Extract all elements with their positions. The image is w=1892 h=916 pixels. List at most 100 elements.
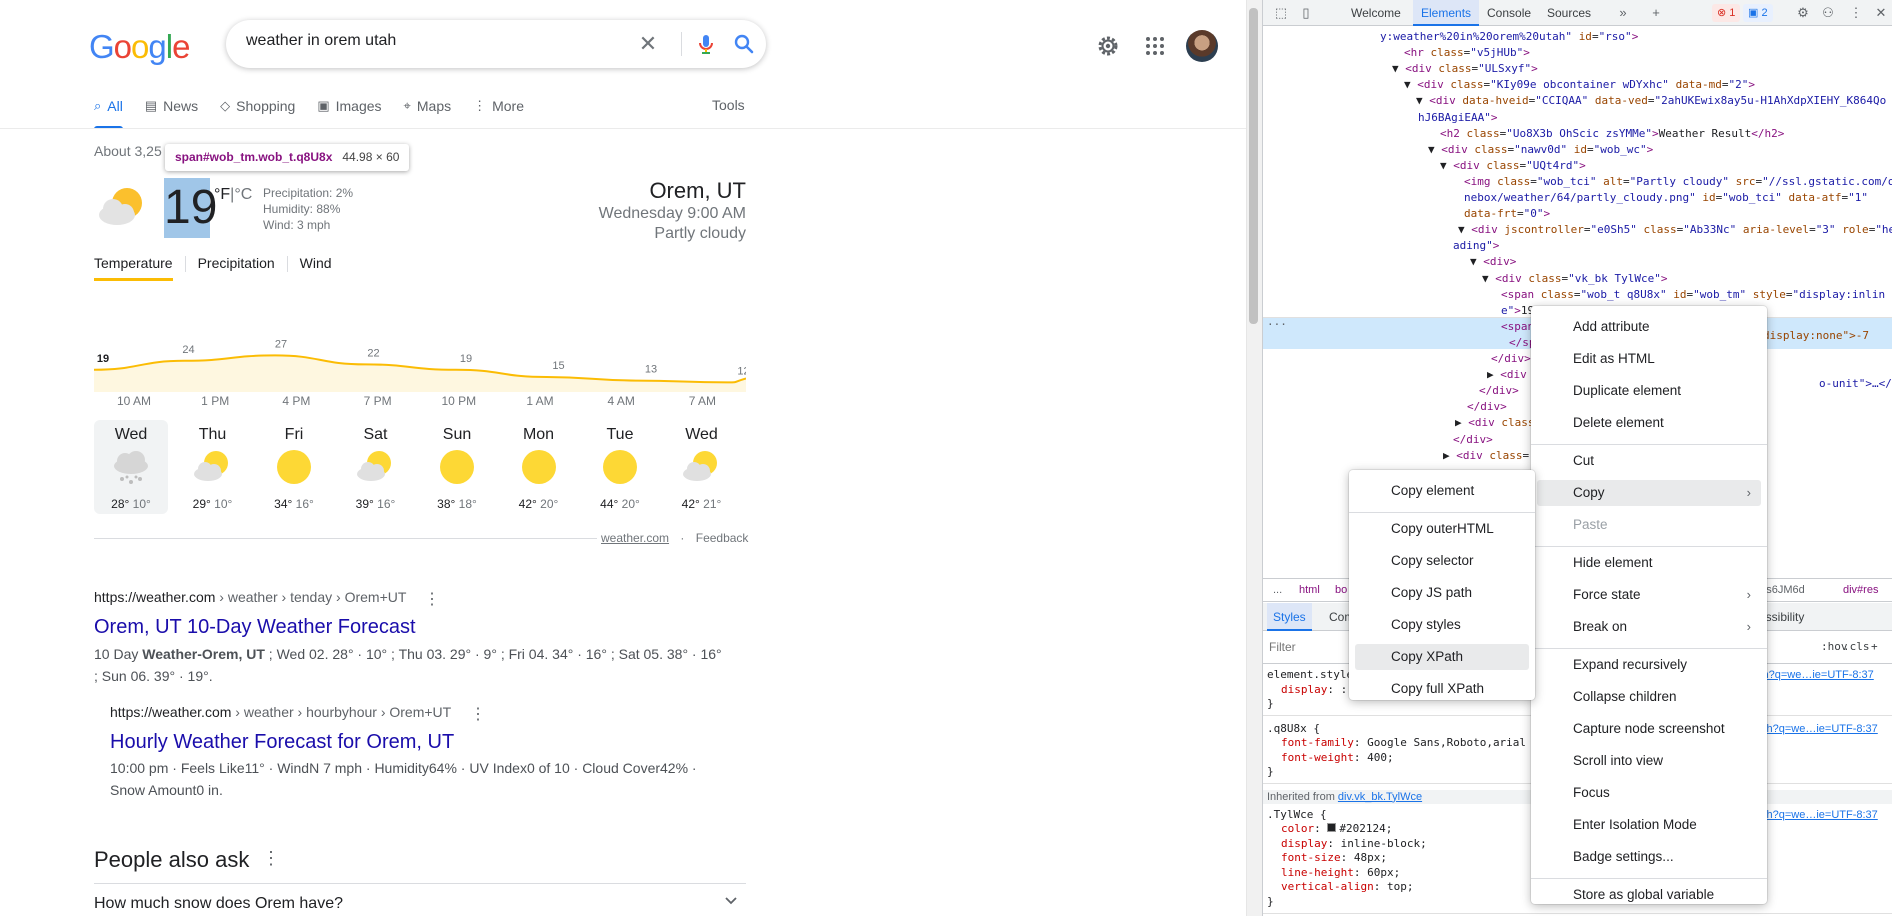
menu-item-copy[interactable]: Copy › [1537, 480, 1761, 506]
dom-node-line[interactable]: ▼ <div jscontroller="e0Sh5" class="Ab33N… [1458, 222, 1892, 238]
style-rule-line[interactable]: } [1267, 895, 1274, 910]
menu-item-focus[interactable]: Focus [1537, 780, 1761, 806]
google-logo[interactable]: Google [89, 28, 190, 66]
menu-item-copy-element[interactable]: Copy element [1355, 478, 1529, 504]
device-toolbar-icon[interactable]: ▯ [1298, 5, 1314, 21]
breadcrumb-item[interactable]: html [1299, 579, 1320, 601]
menu-item-enter-isolation-mode[interactable]: Enter Isolation Mode [1537, 812, 1761, 838]
dom-node-line[interactable]: data-frt="0"> [1464, 206, 1550, 222]
close-icon[interactable]: ✕ [1873, 5, 1889, 21]
dom-node-line[interactable]: <span [1501, 319, 1534, 335]
day-forecast[interactable]: Fri 34° 16° [257, 420, 331, 514]
inspect-element-icon[interactable]: ⬚ [1273, 5, 1289, 21]
style-rule-line[interactable]: display: : [1281, 683, 1347, 698]
devtools-tab-welcome[interactable]: Welcome [1343, 0, 1409, 26]
day-forecast[interactable]: Mon 42° 20° [502, 420, 576, 514]
menu-item-copy-full-xpath[interactable]: Copy full XPath [1355, 676, 1529, 702]
dom-node-line[interactable]: ▼ <div data-hveid="CCIQAA" data-ved="2ah… [1416, 93, 1886, 109]
devtools-tab-elements[interactable]: Elements [1413, 0, 1480, 26]
dom-node-line[interactable]: </div> [1479, 383, 1519, 399]
menu-item-duplicate-element[interactable]: Duplicate element [1537, 378, 1761, 404]
style-rule-line[interactable]: font-size: 48px; [1281, 851, 1387, 866]
clear-icon[interactable]: ✕ [636, 32, 660, 56]
style-rule-line[interactable]: line-height: 60px; [1281, 866, 1400, 881]
menu-item-copy-selector[interactable]: Copy selector [1355, 548, 1529, 574]
more-options-icon[interactable]: ⋮ [1848, 5, 1864, 21]
color-swatch[interactable] [1327, 823, 1337, 832]
search-icon[interactable] [732, 32, 756, 56]
search-input[interactable] [246, 32, 636, 50]
tab-maps[interactable]: ⌖ Maps [404, 96, 452, 116]
menu-item-copy-styles[interactable]: Copy styles [1355, 612, 1529, 638]
weather-tab-wind[interactable]: Wind [300, 255, 332, 281]
rule-source-link[interactable]: ch?q=we…ie=UTF-8:37 [1761, 808, 1878, 823]
tab-all[interactable]: ⌕ All [94, 96, 123, 129]
day-forecast[interactable]: Wed 42° 21° [665, 420, 739, 514]
filter-tool-button[interactable]: .cls [1843, 640, 1870, 653]
day-forecast[interactable]: Thu 29° 10° [176, 420, 250, 514]
paa-question[interactable]: How much snow does Orem have? [94, 895, 343, 913]
result-title-link[interactable]: Orem, UT 10-Day Weather Forecast [94, 616, 416, 639]
microphone-icon[interactable] [694, 32, 718, 56]
tab-shopping[interactable]: ◇ Shopping [220, 96, 295, 116]
breadcrumb-item[interactable]: ... [1273, 579, 1282, 601]
breadcrumb-item[interactable]: bo [1335, 579, 1347, 601]
dom-node-line[interactable]: ▼ <div class="nawv0d" id="wob_wc"> [1428, 142, 1653, 158]
dom-node-line[interactable]: <hr class="v5jHUb"> [1404, 45, 1530, 61]
dom-node-line[interactable]: ▼ <div class="UQt4rd"> [1440, 158, 1586, 174]
style-rule-line[interactable]: font-weight: 400; [1281, 751, 1394, 766]
unit-fahrenheit[interactable]: °F [214, 186, 230, 203]
dom-node-line[interactable]: ▶ <div class [1455, 415, 1535, 431]
dom-node-line[interactable]: <h2 class="Uo8X3b OhScic zsYMMe">Weather… [1440, 126, 1784, 142]
settings-gear-icon[interactable]: ⚙ [1795, 5, 1811, 21]
tools-button[interactable]: Tools [712, 97, 745, 113]
menu-item-cut[interactable]: Cut [1537, 448, 1761, 474]
menu-item-store-as-global-variable[interactable]: Store as global variable [1537, 882, 1761, 908]
account-avatar[interactable] [1186, 30, 1218, 62]
more-tabs-icon[interactable]: » [1615, 5, 1631, 21]
feedback-link[interactable]: Feedback [696, 531, 749, 545]
dom-node-line[interactable]: y:weather%20in%20orem%20utah" id="rso"> [1380, 29, 1638, 45]
menu-item-hide-element[interactable]: Hide element [1537, 550, 1761, 576]
result-url[interactable]: https://weather.com › weather › tenday ›… [94, 589, 406, 605]
dom-node-line[interactable]: ▼ <div class="vk_bk TylWce"> [1482, 271, 1667, 287]
rule-source-link[interactable]: ch?q=we…ie=UTF-8:37 [1757, 668, 1874, 683]
result-title-link[interactable]: Hourly Weather Forecast for Orem, UT [110, 731, 454, 754]
day-forecast[interactable]: Tue 44° 20° [583, 420, 657, 514]
apps-grid-icon[interactable] [1143, 34, 1167, 58]
result-more-icon[interactable]: ⋮ [470, 704, 486, 724]
breadcrumb-item[interactable]: div#res [1843, 579, 1878, 601]
tab-more[interactable]: ⋮ More [473, 96, 524, 116]
menu-item-paste[interactable]: Paste [1537, 512, 1761, 538]
dom-node-line[interactable]: ▼ <div class="KIy09e obcontainer wDYxhc"… [1404, 77, 1755, 93]
styles-tab-styles[interactable]: Styles [1267, 603, 1312, 631]
menu-item-copy-js-path[interactable]: Copy JS path [1355, 580, 1529, 606]
unit-celsius[interactable]: °C [234, 186, 252, 203]
menu-item-collapse-children[interactable]: Collapse children [1537, 684, 1761, 710]
filter-tool-button[interactable]: + [1871, 640, 1878, 653]
dom-node-line[interactable]: hJ6BAgiEAA"> [1418, 110, 1497, 126]
menu-item-add-attribute[interactable]: Add attribute [1537, 314, 1761, 340]
menu-item-edit-as-html[interactable]: Edit as HTML [1537, 346, 1761, 372]
menu-item-capture-node-screenshot[interactable]: Capture node screenshot [1537, 716, 1761, 742]
dom-node-line[interactable]: </div> [1467, 399, 1507, 415]
page-scrollbar-thumb[interactable] [1249, 8, 1258, 324]
user-feedback-icon[interactable]: ⚇ [1820, 5, 1836, 21]
dom-node-line[interactable]: ▶ <div class= [1443, 448, 1529, 464]
day-forecast[interactable]: Wed 28° 10° [94, 420, 168, 514]
dom-node-line[interactable]: <img class="wob_tci" alt="Partly cloudy"… [1464, 174, 1892, 190]
style-rule-line[interactable]: color: #202124; [1281, 822, 1392, 837]
dom-node-line[interactable]: e">19 [1501, 303, 1534, 319]
inherited-from-link[interactable]: div.vk_bk.TylWce [1338, 791, 1422, 803]
weather-tab-precipitation[interactable]: Precipitation [198, 255, 275, 281]
chevron-down-icon[interactable] [724, 893, 738, 907]
settings-gear-icon[interactable] [1096, 34, 1120, 58]
tab-news[interactable]: ▤ News [145, 96, 198, 116]
style-rule-line[interactable]: vertical-align: top; [1281, 880, 1413, 895]
menu-item-expand-recursively[interactable]: Expand recursively [1537, 652, 1761, 678]
style-rule-line[interactable]: } [1267, 765, 1274, 780]
style-rule-line[interactable]: } [1267, 697, 1274, 712]
menu-item-copy-outerhtml[interactable]: Copy outerHTML [1355, 516, 1529, 542]
dom-node-line[interactable]: </div> [1491, 351, 1531, 367]
menu-item-copy-xpath[interactable]: Copy XPath [1355, 644, 1529, 670]
